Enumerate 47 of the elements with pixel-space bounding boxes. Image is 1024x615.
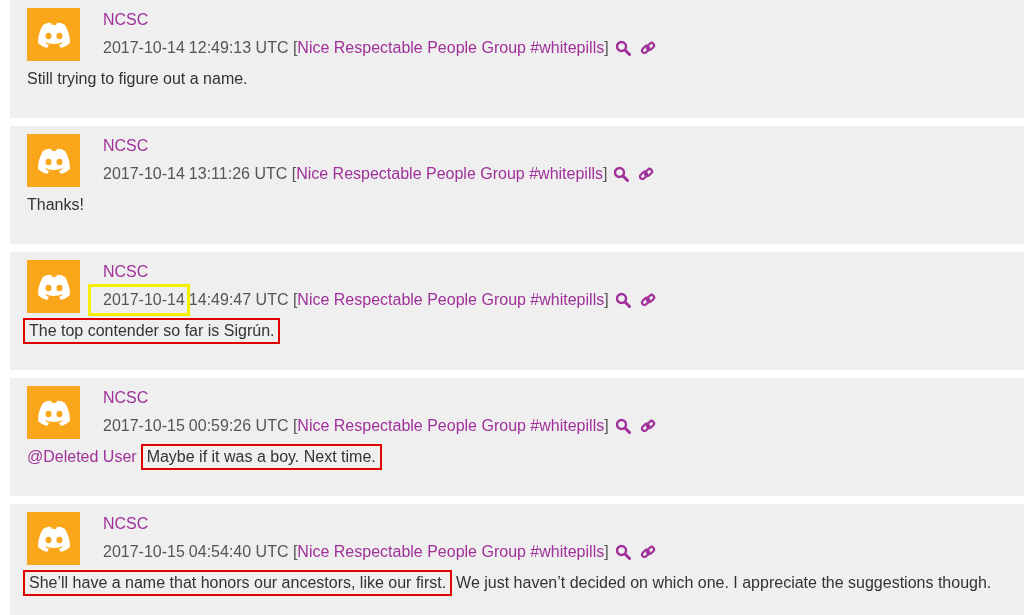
timestamp-text: ] — [604, 416, 609, 436]
timestamp-text: 04:54:40 UTC [ — [188, 542, 298, 562]
channel-link[interactable]: Nice Respectable People Group #whitepills — [297, 542, 605, 562]
message-text: The top contender so far is Sigrún. — [23, 318, 281, 344]
link-icon[interactable] — [639, 40, 656, 56]
timestamp-text: ] — [604, 542, 609, 562]
search-icon[interactable] — [613, 166, 630, 182]
avatar-icon — [27, 134, 80, 187]
message-text: We just haven’t decided on which one. I appreciate the suggestions though. — [455, 573, 993, 593]
timestamp-text: 12:49:13 UTC [ — [188, 38, 298, 58]
author-name[interactable]: NCSC — [103, 389, 656, 407]
timestamp-date: 2017-10-15 — [103, 416, 185, 436]
author-name[interactable]: NCSC — [103, 11, 656, 29]
timestamp-text: 13:11:26 UTC [ — [188, 164, 297, 184]
timestamp-text: ] — [603, 164, 608, 184]
message-text: Maybe if it was a boy. Next time. — [140, 444, 382, 470]
channel-link[interactable]: Nice Respectable People Group #whitepills — [296, 164, 603, 184]
author-name[interactable]: NCSC — [103, 515, 656, 533]
search-icon[interactable] — [614, 292, 631, 308]
author-name[interactable]: NCSC — [103, 263, 656, 281]
author-name[interactable]: NCSC — [103, 137, 655, 155]
timestamp-text: ] — [604, 290, 609, 310]
timestamp-date: 2017-10-14 — [103, 164, 185, 184]
message-text: Still trying to figure out a name. — [26, 69, 249, 89]
search-icon[interactable] — [614, 544, 631, 560]
channel-link[interactable]: Nice Respectable People Group #whitepills — [297, 416, 605, 436]
avatar-icon — [27, 512, 80, 565]
avatar-icon — [27, 8, 80, 61]
timestamp-text: 00:59:26 UTC [ — [188, 416, 298, 436]
channel-link[interactable]: Nice Respectable People Group #whitepills — [297, 290, 605, 310]
channel-link[interactable]: Nice Respectable People Group #whitepills — [297, 38, 605, 58]
avatar-icon — [27, 260, 80, 313]
message-text: She’ll have a name that honors our ancestors, like our first. — [23, 570, 453, 596]
link-icon[interactable] — [639, 544, 656, 560]
timestamp-date: 2017-10-14 — [88, 284, 190, 316]
user-mention[interactable]: @Deleted User — [23, 444, 141, 470]
avatar-icon — [27, 386, 80, 439]
timestamp-text: 14:49:47 UTC [ — [188, 290, 298, 310]
message-text: Thanks! — [26, 195, 85, 215]
search-icon[interactable] — [614, 418, 631, 434]
search-icon[interactable] — [614, 40, 631, 56]
link-icon[interactable] — [638, 166, 655, 182]
timestamp-date: 2017-10-14 — [103, 38, 185, 58]
timestamp-date: 2017-10-15 — [103, 542, 185, 562]
link-icon[interactable] — [639, 418, 656, 434]
timestamp-text: ] — [604, 38, 609, 58]
link-icon[interactable] — [639, 292, 656, 308]
